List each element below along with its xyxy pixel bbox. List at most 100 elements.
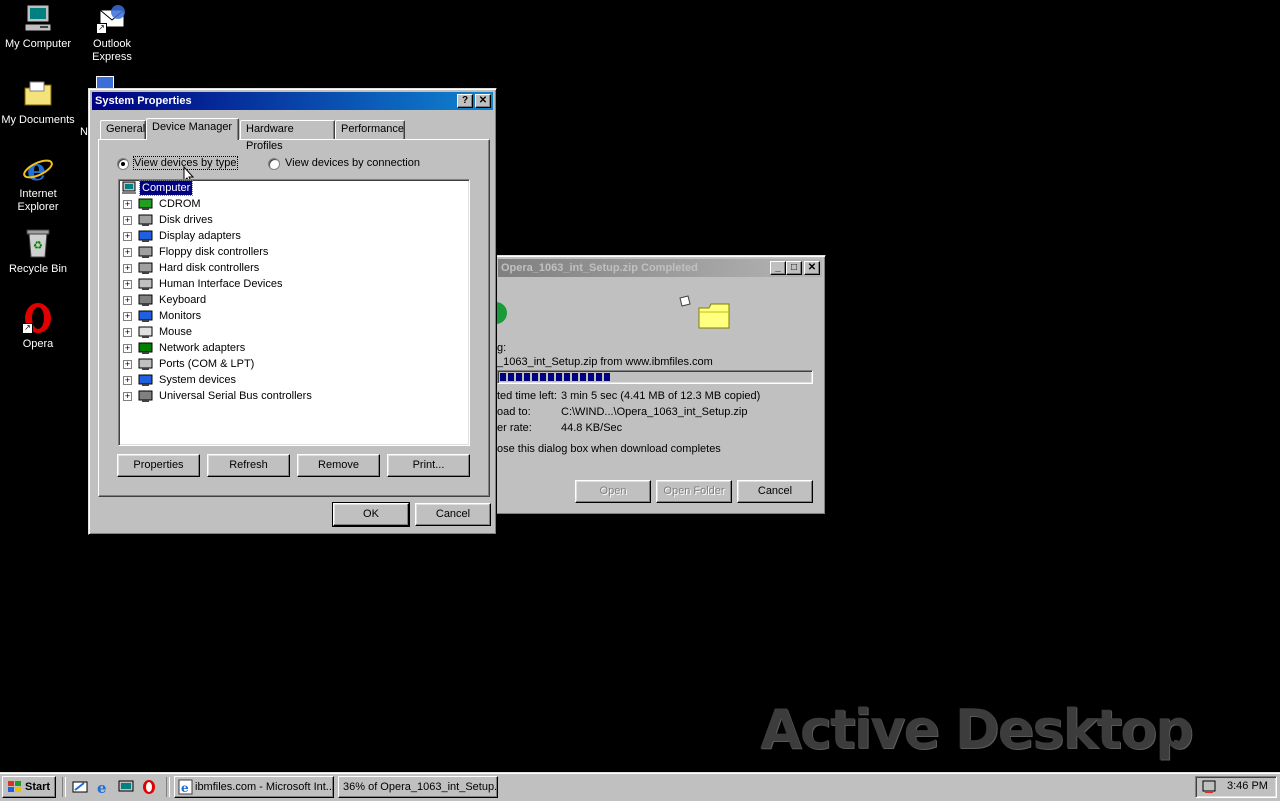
floppy-controller-icon xyxy=(138,246,153,258)
ok-button[interactable]: OK xyxy=(332,502,410,527)
expand-plus-icon[interactable]: + xyxy=(123,328,132,337)
quicklaunch-opera-icon[interactable] xyxy=(141,779,157,795)
progress-block xyxy=(596,373,602,381)
display-adapter-icon xyxy=(138,230,153,242)
expand-plus-icon[interactable]: + xyxy=(123,312,132,321)
windows-logo-icon xyxy=(8,781,21,792)
progress-block xyxy=(532,373,538,381)
tab-general[interactable]: General xyxy=(100,120,146,139)
progress-block xyxy=(508,373,514,381)
task-button-ie[interactable]: e ibmfiles.com - Microsoft Int... xyxy=(174,776,334,798)
expand-plus-icon[interactable]: + xyxy=(123,232,132,241)
expand-plus-icon[interactable]: + xyxy=(123,360,132,369)
download-dialog-titlebar[interactable]: Opera_1063_int_Setup.zip Completed _ □ ✕ xyxy=(498,259,822,277)
view-by-connection-radio[interactable] xyxy=(268,158,280,170)
folder-icon xyxy=(22,78,54,110)
expand-plus-icon[interactable]: + xyxy=(123,344,132,353)
quicklaunch-separator xyxy=(62,777,66,797)
network-adapter-icon xyxy=(138,342,153,354)
tree-item-label: System devices xyxy=(159,374,237,386)
svg-text:e: e xyxy=(27,153,46,184)
desktop-icon-label: Outlook Express xyxy=(92,38,132,63)
tab-device-manager[interactable]: Device Manager xyxy=(146,118,239,140)
remove-button[interactable]: Remove xyxy=(297,454,380,477)
ie-page-icon: e xyxy=(178,779,193,795)
expand-plus-icon[interactable]: + xyxy=(123,296,132,305)
progress-block xyxy=(516,373,522,381)
expand-plus-icon[interactable]: + xyxy=(123,248,132,257)
source-label: g: xyxy=(497,342,507,354)
disk-drive-icon xyxy=(138,214,153,226)
properties-button[interactable]: Properties xyxy=(117,454,200,477)
shortcut-arrow-icon: ↗ xyxy=(96,23,107,34)
hard-disk-controller-icon xyxy=(138,262,153,274)
close-button[interactable]: ✕ xyxy=(804,261,820,275)
open-button[interactable]: Open xyxy=(575,480,651,503)
hidden-desktop-icon-label: N xyxy=(80,126,88,138)
expand-plus-icon[interactable]: + xyxy=(123,264,132,273)
desktop-icon-my-documents[interactable]: My Documents xyxy=(0,78,76,127)
usb-controller-icon xyxy=(138,390,153,402)
download-to-label: oad to: xyxy=(497,406,531,418)
system-properties-titlebar[interactable]: System Properties ? ✕ xyxy=(92,92,493,110)
quicklaunch-desktop-icon[interactable] xyxy=(118,779,134,795)
expand-plus-icon[interactable]: + xyxy=(123,392,132,401)
time-left-label: ted time left: xyxy=(497,390,557,402)
desktop-icon-recycle-bin[interactable]: ♻ Recycle Bin xyxy=(0,227,76,276)
expand-plus-icon[interactable]: + xyxy=(123,216,132,225)
tree-item-label: Human Interface Devices xyxy=(159,278,283,290)
desktop-icon-opera[interactable]: ↗ Opera xyxy=(0,302,76,351)
tab-hardware-profiles[interactable]: Hardware Profiles xyxy=(240,120,335,152)
tasks-separator xyxy=(166,777,170,797)
expand-plus-icon[interactable]: + xyxy=(123,376,132,385)
keyboard-icon xyxy=(138,294,153,306)
progress-block xyxy=(556,373,562,381)
watermark-dot xyxy=(1174,740,1178,744)
desktop-icon-my-computer[interactable]: My Computer xyxy=(0,2,76,51)
view-by-connection-label[interactable]: View devices by connection xyxy=(285,157,420,169)
expand-plus-icon[interactable]: + xyxy=(123,280,132,289)
progress-block xyxy=(548,373,554,381)
progress-block xyxy=(604,373,610,381)
opera-icon: ↗ xyxy=(22,302,54,334)
print-button[interactable]: Print... xyxy=(387,454,470,477)
download-cancel-button[interactable]: Cancel xyxy=(737,480,813,503)
desktop-icon-label: Internet Explorer xyxy=(17,188,59,213)
refresh-button[interactable]: Refresh xyxy=(207,454,290,477)
tree-item-label: Universal Serial Bus controllers xyxy=(159,390,312,402)
tree-item-label: Keyboard xyxy=(159,294,207,306)
progress-block xyxy=(540,373,546,381)
volume-tray-icon[interactable] xyxy=(1201,779,1217,795)
internet-explorer-icon: e xyxy=(22,152,54,188)
quicklaunch-ie-icon[interactable]: e xyxy=(95,779,111,795)
open-folder-button[interactable]: Open Folder xyxy=(656,480,732,503)
clock[interactable]: 3:46 PM xyxy=(1227,780,1268,792)
close-when-complete-checkbox-label[interactable]: ose this dialog box when download comple… xyxy=(497,443,721,455)
minimize-button[interactable]: _ xyxy=(770,261,786,275)
watermark-text: Active Desktop xyxy=(760,698,1194,761)
close-button[interactable]: ✕ xyxy=(475,94,491,108)
tab-performance[interactable]: Performance xyxy=(335,120,405,139)
start-button[interactable]: Start xyxy=(2,776,56,798)
task-button-download[interactable]: 36% of Opera_1063_int_Setup... xyxy=(338,776,498,798)
cancel-button[interactable]: Cancel xyxy=(415,503,491,526)
maximize-button[interactable]: □ xyxy=(786,261,802,275)
system-properties-window[interactable]: System Properties ? ✕ General Device Man… xyxy=(88,88,497,535)
desktop-icon-label: My Documents xyxy=(1,114,75,126)
hid-icon xyxy=(138,278,153,290)
quicklaunch-outlook-icon[interactable] xyxy=(72,779,88,795)
tree-item-label: Mouse xyxy=(159,326,193,338)
expand-plus-icon[interactable]: + xyxy=(123,200,132,209)
transfer-rate-value: 44.8 KB/Sec xyxy=(561,422,623,434)
task-label: ibmfiles.com - Microsoft Int... xyxy=(195,781,334,793)
view-by-type-radio[interactable] xyxy=(117,158,129,170)
help-button[interactable]: ? xyxy=(457,94,473,108)
progress-block xyxy=(564,373,570,381)
desktop-icon-internet-explorer[interactable]: e Internet Explorer xyxy=(0,152,76,214)
tree-item-label: Monitors xyxy=(159,310,202,322)
download-dialog[interactable]: Opera_1063_int_Setup.zip Completed _ □ ✕… xyxy=(493,255,826,515)
device-tree-view[interactable]: Computer + CDROM + Disk drives + Display adap… xyxy=(118,179,470,446)
source-value: _1063_int_Setup.zip from www.ibmfiles.co… xyxy=(497,356,713,368)
desktop-icon-outlook-express[interactable]: ↗ Outlook Express xyxy=(74,2,150,64)
progress-block xyxy=(588,373,594,381)
